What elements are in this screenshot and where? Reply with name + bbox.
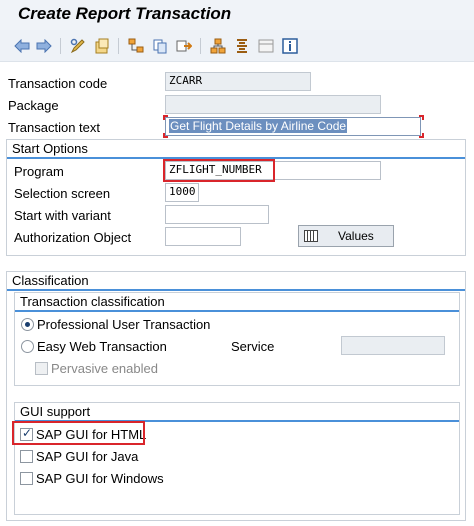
easy-web-label: Easy Web Transaction: [37, 339, 167, 354]
sap-gui-java-checkbox[interactable]: [20, 450, 33, 463]
package-label: Package: [8, 98, 59, 113]
back-arrow-icon[interactable]: [14, 38, 30, 54]
transaction-code-field: ZCARR: [165, 72, 311, 91]
classification-title: Classification: [7, 272, 465, 291]
pervasive-label: Pervasive enabled: [51, 361, 158, 376]
title-bar: Create Report Transaction: [0, 0, 474, 30]
application-toolbar: [0, 30, 474, 62]
start-with-variant-label: Start with variant: [14, 208, 111, 223]
pervasive-checkbox[interactable]: [35, 362, 48, 375]
layout-icon[interactable]: [258, 38, 274, 54]
transport-icon[interactable]: [176, 38, 192, 54]
gui-html-highlight: [12, 421, 145, 445]
start-options-title: Start Options: [7, 140, 465, 159]
selection-screen-field[interactable]: 1000: [165, 183, 199, 202]
professional-user-label: Professional User Transaction: [37, 317, 211, 332]
align-icon[interactable]: [234, 38, 250, 54]
service-field[interactable]: [341, 336, 445, 355]
transaction-text-field[interactable]: Get Flight Details by Airline Code: [165, 117, 421, 136]
transaction-text-value: Get Flight Details by Airline Code: [169, 119, 348, 133]
info-icon[interactable]: [282, 38, 298, 54]
program-highlight: [163, 159, 275, 182]
easy-web-radio[interactable]: [21, 340, 34, 353]
other-object-icon[interactable]: [94, 38, 110, 54]
forward-arrow-icon[interactable]: [36, 38, 52, 54]
gui-support-title: GUI support: [15, 403, 459, 422]
transaction-classification-title: Transaction classification: [15, 293, 459, 312]
service-label: Service: [231, 339, 275, 354]
where-used-icon[interactable]: [128, 38, 144, 54]
transaction-text-label: Transaction text: [8, 120, 101, 135]
selection-screen-label: Selection screen: [14, 186, 111, 201]
values-button-label: Values: [338, 229, 374, 243]
authorization-object-field[interactable]: [165, 227, 241, 246]
authorization-object-label: Authorization Object: [14, 230, 132, 245]
values-button[interactable]: Values: [298, 225, 394, 247]
hierarchy-icon[interactable]: [210, 38, 226, 54]
sap-gui-windows-label: SAP GUI for Windows: [36, 471, 164, 486]
professional-user-radio[interactable]: [21, 318, 34, 331]
package-field[interactable]: [165, 95, 381, 114]
display-change-icon[interactable]: [70, 38, 86, 54]
copy-icon[interactable]: [152, 38, 168, 54]
table-icon: [304, 230, 318, 242]
transaction-code-label: Transaction code: [8, 76, 108, 91]
variant-field[interactable]: [165, 205, 269, 224]
sap-gui-java-label: SAP GUI for Java: [36, 449, 139, 464]
page-title: Create Report Transaction: [18, 4, 232, 23]
sap-gui-windows-checkbox[interactable]: [20, 472, 33, 485]
program-label: Program: [14, 164, 64, 179]
